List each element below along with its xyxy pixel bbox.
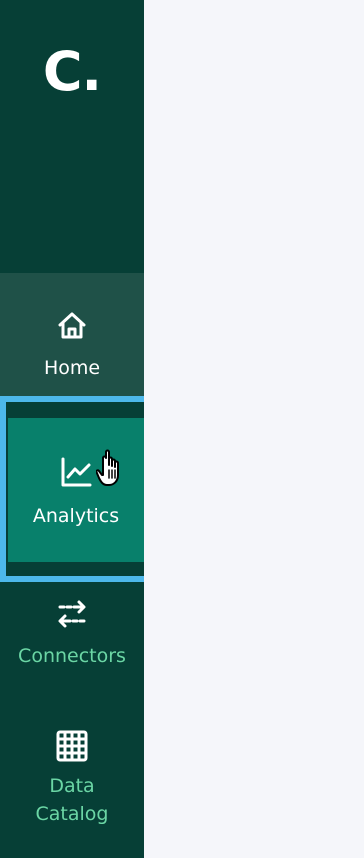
grid-icon <box>56 730 88 762</box>
sidebar-item-label: Analytics <box>32 505 120 527</box>
sidebar-item-label: Connectors <box>18 645 126 667</box>
logo[interactable]: C. <box>0 40 144 104</box>
sidebar-item-connectors[interactable]: Connectors <box>0 592 144 692</box>
home-icon <box>58 312 86 339</box>
sidebar: C. Home Analytics Connectors Data Catalo… <box>0 0 152 858</box>
sidebar-item-analytics[interactable]: Analytics <box>8 418 144 562</box>
analytics-icon <box>61 457 92 487</box>
sidebar-item-home[interactable]: Home <box>0 273 144 396</box>
connectors-icon <box>58 600 86 628</box>
sidebar-item-label: Data Catalog <box>35 775 109 825</box>
sidebar-item-data-catalog[interactable]: Data Catalog <box>0 722 144 842</box>
sidebar-item-label: Home <box>43 357 101 379</box>
hand-cursor-icon <box>96 449 119 486</box>
app-window: C. Home Analytics Connectors Data Catalo… <box>0 0 364 858</box>
main-content-area <box>144 0 364 858</box>
